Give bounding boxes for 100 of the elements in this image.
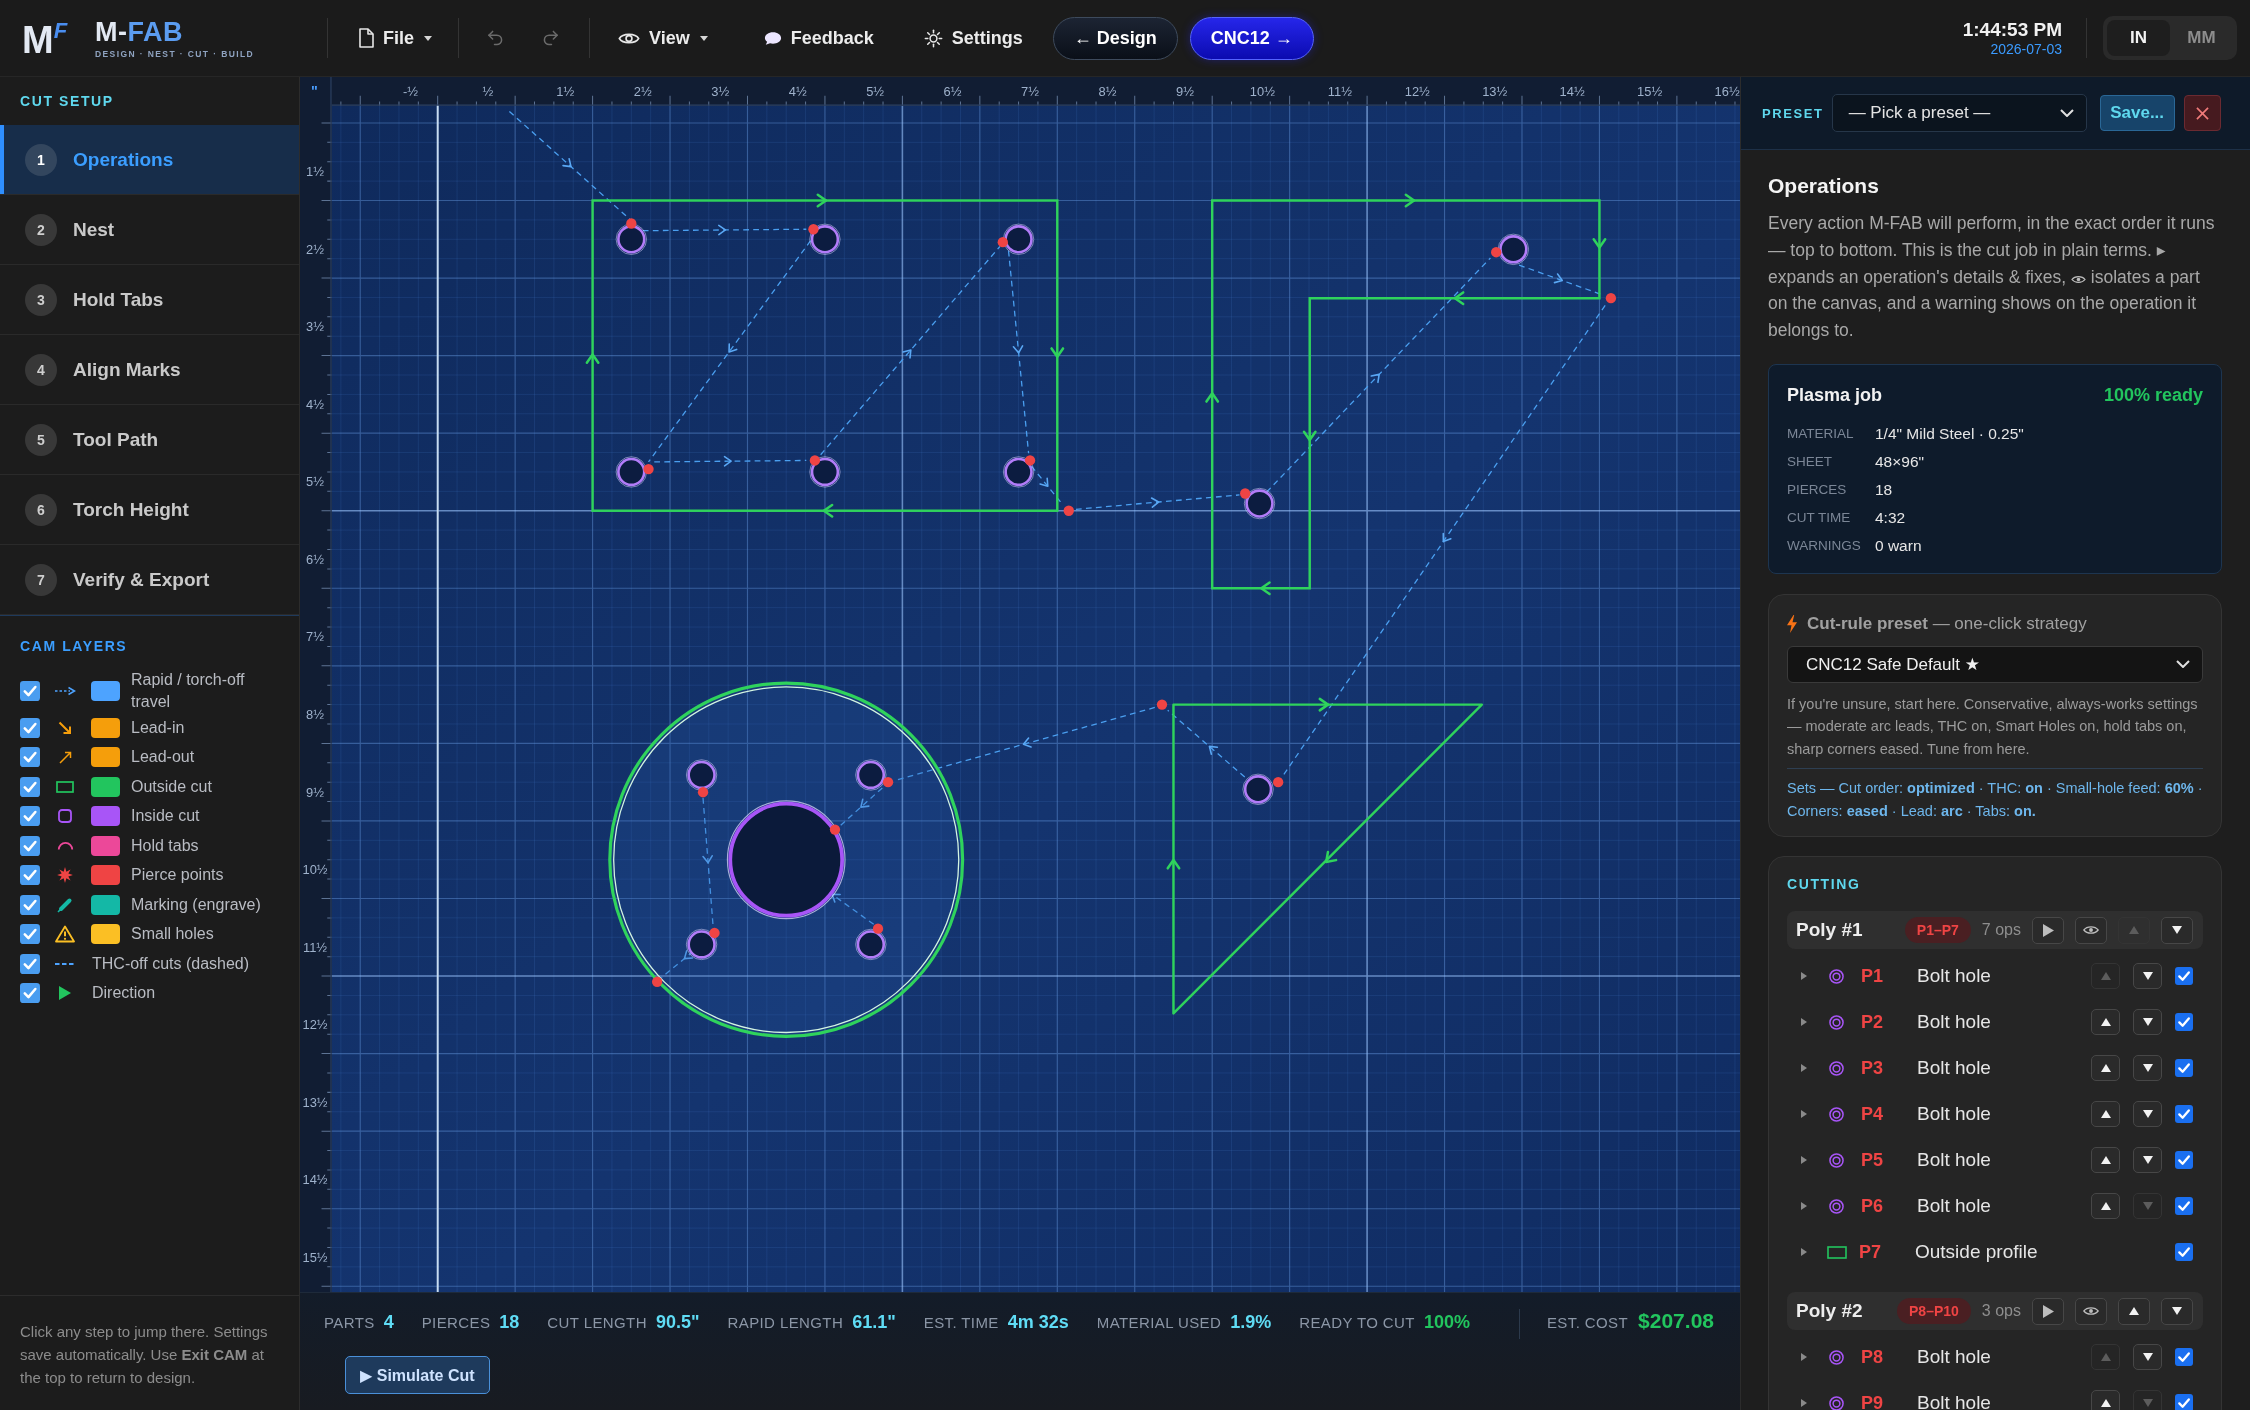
move-up-button[interactable] bbox=[2091, 1101, 2120, 1128]
target-icon bbox=[1829, 1061, 1844, 1076]
nav-button[interactable]: ← Design bbox=[1052, 16, 1178, 60]
ruler-label: 14½ bbox=[302, 1172, 328, 1188]
step-number: 2 bbox=[25, 213, 57, 246]
op-label: Outside profile bbox=[1915, 1241, 2038, 1264]
op-count: 7 ops bbox=[1981, 921, 2021, 940]
expand-icon[interactable] bbox=[1801, 1156, 1807, 1165]
move-up-button[interactable] bbox=[2091, 1009, 2120, 1036]
op-label: Bolt hole bbox=[1917, 1346, 1991, 1369]
step-item[interactable]: 2 Nest bbox=[0, 195, 299, 265]
triangle-up-icon bbox=[2100, 972, 2111, 981]
rule-preset-select[interactable]: CNC12 Safe Default ★ bbox=[1787, 646, 2203, 683]
step-item[interactable]: 1 Operations bbox=[0, 125, 299, 195]
ruler-label: 7½ bbox=[306, 629, 325, 645]
checkbox[interactable] bbox=[2175, 1197, 2193, 1216]
checkbox[interactable] bbox=[20, 953, 40, 974]
move-down-button[interactable] bbox=[2133, 1055, 2162, 1082]
unit-option[interactable]: MM bbox=[2170, 20, 2233, 56]
move-down-button[interactable] bbox=[2133, 1147, 2162, 1174]
checkbox[interactable] bbox=[2175, 1394, 2193, 1410]
simulate-button[interactable]: ▶ Simulate Cut bbox=[345, 1356, 490, 1394]
checkbox[interactable] bbox=[20, 747, 40, 768]
op-label: Bolt hole bbox=[1917, 1149, 1991, 1172]
move-down-button[interactable] bbox=[2161, 917, 2193, 944]
ruler-label: 9½ bbox=[306, 784, 325, 800]
step-item[interactable]: 3 Hold Tabs bbox=[0, 265, 299, 335]
card-title: Plasma job bbox=[1787, 384, 1883, 407]
settings-button[interactable]: Settings bbox=[913, 19, 1033, 57]
section-heading: CUTTING bbox=[1787, 875, 1862, 895]
panel-title: Operations bbox=[1768, 173, 1880, 199]
expand-icon[interactable] bbox=[1801, 1399, 1807, 1408]
move-up-button[interactable] bbox=[2091, 1390, 2120, 1410]
move-down-button[interactable] bbox=[2133, 1009, 2162, 1036]
expand-icon[interactable] bbox=[1801, 1248, 1807, 1257]
checkbox[interactable] bbox=[20, 865, 40, 886]
checkbox[interactable] bbox=[2175, 1348, 2193, 1367]
checkbox[interactable] bbox=[20, 717, 40, 738]
checkbox[interactable] bbox=[2175, 1013, 2193, 1032]
checkbox[interactable] bbox=[2175, 1151, 2193, 1170]
expand-icon[interactable] bbox=[1801, 1353, 1807, 1362]
eye-toggle-button[interactable] bbox=[2075, 917, 2107, 944]
close-button[interactable] bbox=[2183, 95, 2221, 131]
play-button[interactable] bbox=[2032, 1298, 2064, 1325]
view-menu-button[interactable]: View bbox=[608, 19, 718, 57]
move-up-button[interactable] bbox=[2091, 1055, 2120, 1082]
checkbox[interactable] bbox=[20, 894, 40, 915]
expand-icon[interactable] bbox=[1801, 1018, 1807, 1027]
checkbox[interactable] bbox=[20, 835, 40, 856]
field-value: 18 bbox=[1875, 480, 1894, 500]
expand-icon[interactable] bbox=[1801, 1110, 1807, 1119]
field-value: 1/4" Mild Steel · 0.25" bbox=[1875, 424, 2025, 444]
checkbox[interactable] bbox=[20, 924, 40, 945]
expand-icon[interactable] bbox=[1801, 972, 1807, 981]
play-button[interactable] bbox=[2032, 917, 2064, 944]
op-label: Bolt hole bbox=[1917, 965, 1991, 988]
target-icon bbox=[1829, 1107, 1844, 1122]
step-item[interactable]: 7 Verify & Export bbox=[0, 545, 299, 615]
move-up-button[interactable] bbox=[2118, 1298, 2150, 1325]
ruler-label: ½ bbox=[482, 83, 494, 99]
checkbox[interactable] bbox=[2175, 1105, 2193, 1124]
step-item[interactable]: 4 Align Marks bbox=[0, 335, 299, 405]
ruler-label: 14½ bbox=[1559, 83, 1585, 99]
step-item[interactable]: 6 Torch Height bbox=[0, 475, 299, 545]
checkbox[interactable] bbox=[20, 983, 40, 1004]
checkbox[interactable] bbox=[20, 806, 40, 827]
file-menu-button[interactable]: File bbox=[348, 19, 442, 57]
move-up-button[interactable] bbox=[2091, 1193, 2120, 1220]
triangle-up-icon bbox=[2129, 1307, 2139, 1316]
field-label: MATERIAL bbox=[1787, 425, 1855, 443]
move-up-button[interactable] bbox=[2091, 1147, 2120, 1174]
move-down-button[interactable] bbox=[2133, 963, 2162, 990]
expand-icon[interactable] bbox=[1801, 1202, 1807, 1211]
move-down-button[interactable] bbox=[2161, 1298, 2193, 1325]
expand-icon[interactable] bbox=[1801, 1064, 1807, 1073]
checkbox[interactable] bbox=[20, 776, 40, 797]
move-down-button[interactable] bbox=[2133, 1101, 2162, 1128]
checkbox[interactable] bbox=[2175, 1059, 2193, 1078]
triangle-up-icon bbox=[2100, 1353, 2111, 1362]
layer-label: Inside cut bbox=[131, 806, 200, 827]
checkbox[interactable] bbox=[2175, 1243, 2193, 1262]
preset-select[interactable]: — Pick a preset — bbox=[1831, 94, 2087, 132]
move-down-button[interactable] bbox=[2133, 1344, 2162, 1371]
stat-label: EST. TIME bbox=[923, 1314, 999, 1331]
save-button[interactable]: Save... bbox=[2099, 95, 2175, 131]
eye-toggle-button[interactable] bbox=[2075, 1298, 2107, 1325]
unit-option[interactable]: IN bbox=[2107, 20, 2170, 56]
app-tagline: DESIGN · NEST · CUT · BUILD bbox=[95, 48, 256, 59]
triangle-down-icon bbox=[2142, 1064, 2153, 1073]
step-item[interactable]: 5 Tool Path bbox=[0, 405, 299, 475]
stat-label: MATERIAL USED bbox=[1096, 1314, 1222, 1331]
nav-button[interactable]: CNC12 → bbox=[1189, 16, 1314, 60]
checkbox[interactable] bbox=[20, 681, 40, 701]
triangle-down-icon bbox=[2172, 1307, 2182, 1316]
cost-label: EST. COST bbox=[1546, 1314, 1629, 1331]
checkbox[interactable] bbox=[2175, 967, 2193, 986]
ruler-label: 13½ bbox=[1482, 83, 1508, 99]
field-value: 0 warn bbox=[1875, 536, 1923, 556]
feedback-button[interactable]: Feedback bbox=[753, 19, 884, 57]
op-label: Bolt hole bbox=[1917, 1195, 1991, 1218]
